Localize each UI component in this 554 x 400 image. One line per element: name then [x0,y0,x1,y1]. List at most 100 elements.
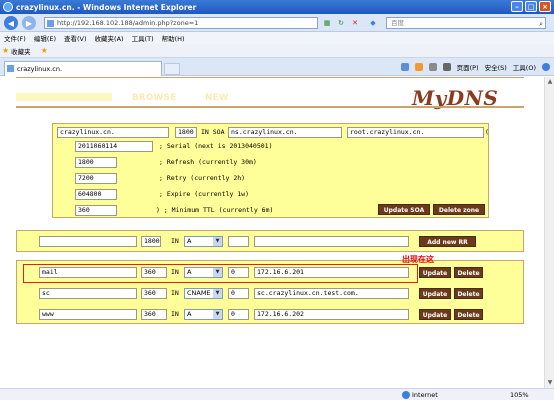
zone-label: Internet [412,391,438,399]
favorites-label[interactable]: 收藏夹 [11,46,31,56]
soa-refresh-field[interactable]: 1800 [75,157,117,168]
forward-button[interactable]: ▶ [22,16,36,30]
record-name-field[interactable]: sc [39,288,137,299]
menu-edit[interactable]: 编辑(E) [34,33,56,43]
soa-panel: crazylinux.cn. 1800 IN SOA ns.crazylinux… [52,123,489,218]
menu-view[interactable]: 查看(V) [64,33,87,43]
add-new-rr-button[interactable]: Add new RR [419,236,476,247]
favorites-star-icon[interactable]: ★ [2,46,9,55]
highlight-box [23,264,418,283]
tools-menu[interactable]: 工具(O) [513,62,536,72]
new-rr-name-field[interactable] [39,236,137,247]
record-data-field[interactable]: 172.16.6.202 [254,309,409,320]
record-update-button[interactable]: Update [419,267,451,278]
close-window-button[interactable]: × [539,1,551,12]
soa-serial-label: ; Serial (next is 2013040501) [159,142,273,150]
nav-browse[interactable]: BROWSE [132,93,177,103]
record-update-button[interactable]: Update [419,288,451,299]
record-type-select[interactable]: CNAME ▼ [184,288,223,299]
vertical-scrollbar[interactable]: ▲ ▼ [544,77,554,388]
record-delete-button[interactable]: Delete [454,288,483,299]
scroll-up-icon[interactable]: ▲ [546,78,554,86]
address-bar: ◀ ▶ http://192.168.102.188/admin.php?zon… [0,14,554,32]
soa-ttl-field[interactable]: 1800 [175,127,197,138]
new-rr-class-label: IN [171,237,179,245]
nav-new[interactable]: NEW [205,93,229,103]
search-placeholder: 百度 [391,19,404,27]
mail-icon[interactable] [428,63,437,71]
favorites-bar: ★ 收藏夹 ★ [0,44,554,58]
chevron-down-icon: ▼ [213,310,222,319]
menu-file[interactable]: 文件(F) [4,33,26,43]
search-provider-icon[interactable]: ◆ [368,18,378,28]
print-icon[interactable] [442,63,451,71]
page-icon [47,20,54,27]
soa-ns-field[interactable]: ns.crazylinux.cn. [228,127,342,138]
back-button[interactable]: ◀ [4,16,18,30]
new-rr-type-value: A [187,237,192,245]
menu-help[interactable]: 帮助(H) [162,33,185,43]
record-ttl-field[interactable]: 360 [141,309,167,320]
stop-icon[interactable]: ✕ [350,18,360,28]
globe-icon [402,391,410,399]
new-tab-button[interactable] [164,63,180,75]
soa-minimum-label: ) ; Minimum TTL (currently 6m) [156,206,274,214]
security-zone: Internet [402,391,438,399]
soa-origin-field[interactable]: crazylinux.cn. [57,127,169,138]
record-name-field[interactable]: www [39,309,137,320]
search-input[interactable]: 百度 ⌕ [386,17,546,29]
safety-menu[interactable]: 安全(S) [485,62,507,72]
window-title: crazylinux.cn. - Windows Internet Explor… [16,2,197,12]
soa-mbox-field[interactable]: root.crazylinux.cn. [347,127,484,138]
soa-minimum-field[interactable]: 360 [75,205,117,216]
maximize-button[interactable]: □ [525,1,537,12]
record-aux-field[interactable]: 0 [228,288,249,299]
command-bar: 页面(P) 安全(S) 工具(O) [400,62,550,72]
add-favorite-icon[interactable]: ★ [41,46,48,55]
home-icon[interactable] [400,63,409,71]
scroll-down-icon[interactable]: ▼ [546,379,554,387]
record-update-button[interactable]: Update [419,309,451,320]
refresh-icon[interactable]: ↻ [336,18,346,28]
tab-current[interactable]: crazylinux.cn. [4,61,162,76]
search-icon[interactable]: ⌕ [539,19,543,30]
update-soa-button[interactable]: Update SOA [378,204,430,215]
new-rr-aux-field[interactable] [228,236,249,247]
new-rr-ttl-field[interactable]: 1800 [141,236,161,247]
page-content: BROWSE NEW MyDNS crazylinux.cn. 1800 IN … [0,77,554,388]
soa-in-label: IN SOA [201,128,225,136]
record-class-label: IN [171,289,179,297]
page-menu[interactable]: 页面(P) [457,62,479,72]
new-rr-data-field[interactable] [254,236,409,247]
record-delete-button[interactable]: Delete [454,309,483,320]
soa-open-paren: ( [485,128,489,136]
zoom-level[interactable]: 105% [510,391,529,399]
feeds-icon[interactable] [414,63,423,71]
record-aux-field[interactable]: 0 [228,309,249,320]
soa-expire-field[interactable]: 604800 [75,189,117,200]
window-titlebar: crazylinux.cn. - Windows Internet Explor… [0,0,554,14]
url-field[interactable]: http://192.168.102.188/admin.php?zone=1 [44,17,318,29]
record-class-label: IN [171,310,179,318]
delete-zone-button[interactable]: Delete zone [433,204,485,215]
soa-refresh-label: ; Refresh (currently 30m) [159,158,257,166]
soa-retry-label: ; Retry (currently 2h) [159,174,246,182]
help-icon[interactable] [542,63,550,71]
record-delete-button[interactable]: Delete [454,267,483,278]
menu-favorites[interactable]: 收藏夹(A) [95,33,124,43]
soa-retry-field[interactable]: 7200 [75,173,117,184]
soa-serial-field[interactable]: 2011060114 [75,141,153,152]
chevron-down-icon: ▼ [213,289,222,298]
record-type-select[interactable]: A ▼ [184,309,223,320]
minimize-button[interactable]: – [511,1,523,12]
top-rule [16,77,524,78]
record-ttl-field[interactable]: 360 [141,288,167,299]
new-rr-type-select[interactable]: A ▼ [184,236,223,247]
record-type-value: A [187,310,192,318]
soa-expire-label: ; Expire (currently 1w) [159,190,250,198]
tab-bar: crazylinux.cn. 页面(P) 安全(S) 工具(O) [0,58,554,76]
chevron-down-icon: ▼ [213,237,222,246]
record-data-field[interactable]: sc.crazylinux.cn.test.com. [254,288,409,299]
compatibility-icon[interactable]: ▦ [322,18,332,28]
menu-tools[interactable]: 工具(T) [132,33,154,43]
